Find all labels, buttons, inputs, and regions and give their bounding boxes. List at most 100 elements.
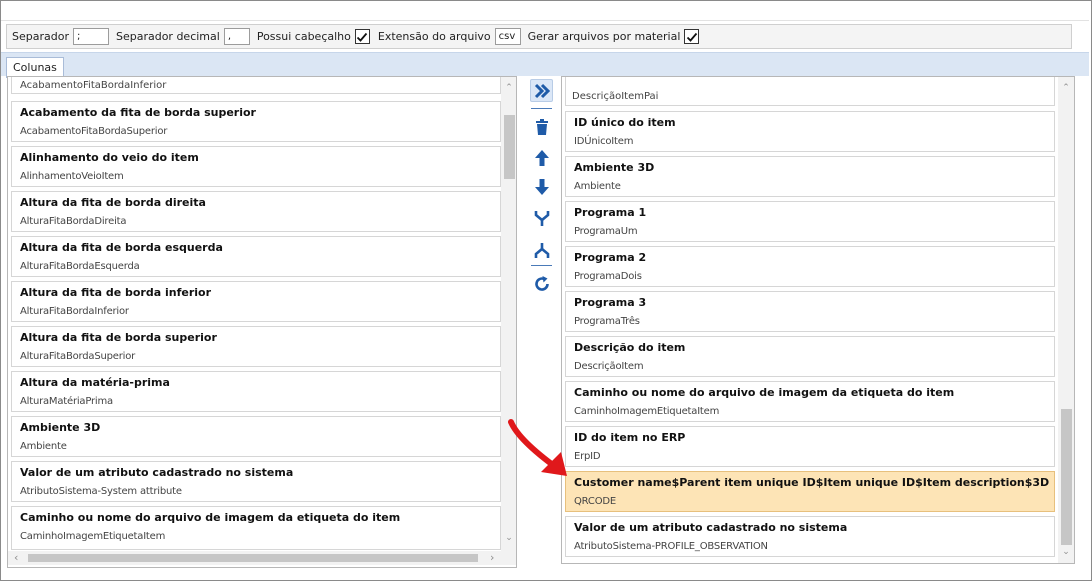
per-material-checkbox[interactable] xyxy=(684,29,700,44)
list-item-title: Ambiente 3D xyxy=(20,421,101,434)
list-item-key: CaminhoImagemEtiquetaItem xyxy=(574,406,720,417)
list-item-key: AlturaFitaBordaDireita xyxy=(20,216,127,227)
list-item-key: ProgramaDois xyxy=(574,271,642,282)
list-item-title: Alinhamento do veio do item xyxy=(20,151,199,164)
split-icon xyxy=(534,242,549,258)
list-item-key: AtributoSistema-PROFILE_OBSERVATION xyxy=(574,541,768,552)
list-item[interactable]: Valor de um atributo cadastrado no siste… xyxy=(11,461,501,502)
list-item-highlighted[interactable]: Customer name$Parent item unique ID$Item… xyxy=(565,471,1055,512)
list-item[interactable]: DescriçãoItemPai xyxy=(565,77,1055,106)
list-item-key: AlturaFitaBordaInferior xyxy=(20,306,129,317)
scroll-left-icon[interactable]: ‹ xyxy=(14,551,18,564)
separator-label: Separador xyxy=(12,30,69,43)
list-item-title: Altura da fita de borda inferior xyxy=(20,286,212,299)
horizontal-scrollbar[interactable]: ‹ › xyxy=(8,551,516,565)
list-item[interactable]: Caminho ou nome do arquivo de imagem da … xyxy=(11,506,501,550)
list-item-key: DescriçãoItem xyxy=(574,361,644,372)
list-item[interactable]: Valor de um atributo cadastrado no siste… xyxy=(565,516,1055,557)
list-item[interactable]: Altura da fita de borda direita AlturaFi… xyxy=(11,191,501,232)
export-options-bar: Separador Separador decimal Possui cabeç… xyxy=(6,24,1072,49)
scroll-down-icon[interactable]: ⌄ xyxy=(501,533,516,543)
list-item[interactable]: Altura da fita de borda esquerda AlturaF… xyxy=(11,236,501,277)
selected-columns-list: DescriçãoItemPai ID único do item IDÚnic… xyxy=(561,76,1075,564)
file-extension-input[interactable] xyxy=(494,28,521,45)
scrollbar-thumb[interactable] xyxy=(1061,409,1072,545)
list-item-title: Altura da fita de borda esquerda xyxy=(20,241,223,254)
scrollbar-thumb[interactable] xyxy=(28,554,478,562)
list-item-title: Caminho ou nome do arquivo de imagem da … xyxy=(574,386,955,399)
has-header-label: Possui cabeçalho xyxy=(256,30,351,43)
vertical-scrollbar[interactable]: ⌃ ⌄ xyxy=(1058,77,1074,563)
tab-bar: Colunas xyxy=(1,52,1089,78)
file-extension-label: Extensão do arquivo xyxy=(377,30,491,43)
list-item-key: AlinhamentoVeioItem xyxy=(20,171,124,182)
list-item-key: IDÚnicoItem xyxy=(574,136,634,147)
move-right-button[interactable] xyxy=(530,79,553,102)
merge-button[interactable] xyxy=(530,206,553,229)
delete-button[interactable] xyxy=(530,115,553,138)
merge-icon xyxy=(534,210,549,226)
list-item-key: ProgramaUm xyxy=(574,226,638,237)
list-item[interactable]: Ambiente 3D Ambiente xyxy=(11,416,501,457)
list-item-title: Valor de um atributo cadastrado no siste… xyxy=(20,466,294,479)
scroll-up-icon[interactable]: ⌃ xyxy=(1058,83,1074,93)
list-item-key: Ambiente xyxy=(20,441,67,452)
scrollbar-thumb[interactable] xyxy=(504,115,515,179)
list-item-title: Customer name$Parent item unique ID$Item… xyxy=(574,476,1054,489)
list-item[interactable]: ID do item no ERP ErpID xyxy=(565,426,1055,467)
list-item[interactable]: ID único do item IDÚnicoItem xyxy=(565,111,1055,152)
decimal-separator-label: Separador decimal xyxy=(115,30,220,43)
separator-input[interactable] xyxy=(72,28,109,45)
decimal-separator-input[interactable] xyxy=(223,28,250,45)
list-item-key: AlturaFitaBordaEsquerda xyxy=(20,261,140,272)
list-item-title: ID único do item xyxy=(574,116,676,129)
list-item-title: Valor de um atributo cadastrado no siste… xyxy=(574,521,848,534)
annotation-arrow-icon xyxy=(508,419,567,476)
list-item-key: AtributoSistema-System attribute xyxy=(20,486,182,497)
list-item[interactable]: Ambiente 3D Ambiente xyxy=(565,156,1055,197)
move-down-button[interactable] xyxy=(530,175,553,198)
list-item-title: Caminho ou nome do arquivo de imagem da … xyxy=(20,511,401,524)
move-up-button[interactable] xyxy=(530,146,553,169)
list-item[interactable]: Acabamento da fita de borda superior Aca… xyxy=(11,101,501,142)
list-item-key: AlturaMatériaPrima xyxy=(20,396,113,407)
list-item-title: Descrição do item xyxy=(574,341,686,354)
list-item-title: Acabamento da fita de borda superior xyxy=(20,106,256,119)
list-item[interactable]: Programa 3 ProgramaTrês xyxy=(565,291,1055,332)
list-item[interactable]: AcabamentoFitaBordaInferior xyxy=(11,77,501,94)
list-item[interactable]: Programa 1 ProgramaUm xyxy=(565,201,1055,242)
list-item[interactable]: Caminho ou nome do arquivo de imagem da … xyxy=(565,381,1055,422)
refresh-button[interactable] xyxy=(530,272,553,295)
scroll-down-icon[interactable]: ⌄ xyxy=(1058,547,1074,557)
arrow-down-icon xyxy=(534,178,549,195)
list-item-title: Altura da matéria-prima xyxy=(20,376,170,389)
list-item[interactable]: Alinhamento do veio do item AlinhamentoV… xyxy=(11,146,501,187)
list-item-title: Programa 3 xyxy=(574,296,647,309)
list-item-key: Ambiente xyxy=(574,181,621,192)
list-item-title: Altura da fita de borda direita xyxy=(20,196,206,209)
list-item-key: AlturaFitaBordaSuperior xyxy=(20,351,136,362)
list-item-title: Programa 1 xyxy=(574,206,647,219)
arrow-up-icon xyxy=(534,149,549,166)
available-columns-list: AcabamentoFitaBordaInferior Acabamento d… xyxy=(7,76,517,568)
list-item-key: DescriçãoItemPai xyxy=(572,91,659,102)
trash-icon xyxy=(535,118,548,135)
list-item-key: ErpID xyxy=(574,451,601,462)
list-item-title: Altura da fita de borda superior xyxy=(20,331,217,344)
list-item[interactable]: Altura da matéria-prima AlturaMatériaPri… xyxy=(11,371,501,412)
scroll-right-icon[interactable]: › xyxy=(490,551,494,564)
refresh-icon xyxy=(534,275,549,291)
title-strip xyxy=(1,1,1089,21)
list-item-key: QRCODE xyxy=(574,496,616,507)
list-item-key: CaminhoImagemEtiquetaItem xyxy=(20,531,166,542)
list-item[interactable]: Altura da fita de borda inferior AlturaF… xyxy=(11,281,501,322)
list-item[interactable]: Descrição do item DescriçãoItem xyxy=(565,336,1055,377)
list-item[interactable]: Altura da fita de borda superior AlturaF… xyxy=(11,326,501,367)
tab-colunas[interactable]: Colunas xyxy=(6,57,64,78)
list-item-title: Programa 2 xyxy=(574,251,647,264)
split-button[interactable] xyxy=(530,239,553,262)
list-item[interactable]: Programa 2 ProgramaDois xyxy=(565,246,1055,287)
has-header-checkbox[interactable] xyxy=(354,29,370,44)
toolbar-separator xyxy=(531,108,552,109)
scroll-up-icon[interactable]: ⌃ xyxy=(501,83,516,93)
